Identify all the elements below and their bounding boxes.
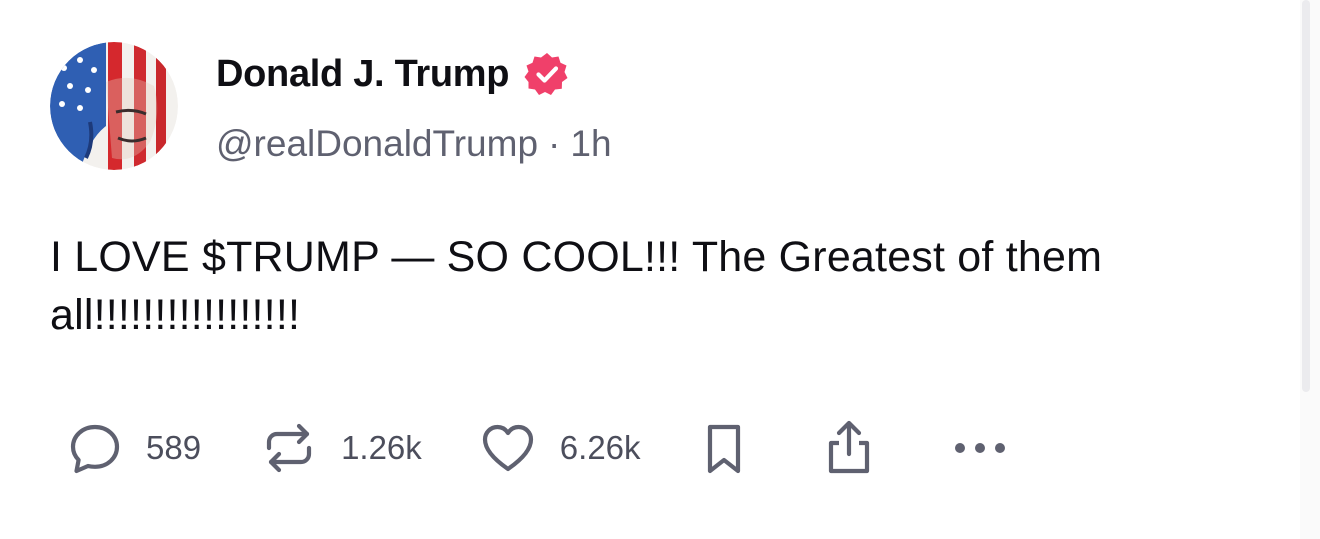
share-button[interactable] <box>821 418 877 478</box>
more-options-button[interactable] <box>949 433 1011 463</box>
scrollbar[interactable] <box>1300 0 1320 539</box>
repost-count: 1.26k <box>341 429 422 466</box>
like-count: 6.26k <box>559 429 641 466</box>
repost-button[interactable]: 1.26k <box>259 418 422 478</box>
post-timestamp[interactable]: 1h <box>570 123 611 164</box>
author-name-row: Donald J. Trump <box>216 50 571 98</box>
bookmark-button[interactable] <box>699 418 749 478</box>
action-bar: 589 1.26k 6.26k <box>66 416 1011 480</box>
post-text: I LOVE $TRUMP — SO COOL!!! The Greatest … <box>50 233 1103 339</box>
more-dots-icon <box>949 433 1011 463</box>
reply-button[interactable]: 589 <box>66 419 201 477</box>
repost-arrows-icon <box>259 418 319 478</box>
bookmark-icon <box>699 418 749 478</box>
comment-bubble-icon <box>66 419 124 477</box>
author-handle[interactable]: @realDonaldTrump <box>216 123 538 164</box>
avatar-flag-portrait-image <box>50 42 178 170</box>
heart-icon <box>478 418 538 478</box>
reply-count: 589 <box>146 429 202 466</box>
author-meta: @realDonaldTrump · 1h <box>216 122 612 166</box>
author-display-name[interactable]: Donald J. Trump <box>216 52 510 96</box>
verified-badge-icon <box>523 50 571 98</box>
meta-separator: · <box>548 123 561 164</box>
like-button[interactable]: 6.26k <box>478 418 641 478</box>
scrollbar-thumb[interactable] <box>1302 0 1310 392</box>
avatar[interactable] <box>50 42 178 170</box>
post-card: Donald J. Trump @realDonaldTrump · 1h I LO… <box>0 0 1300 539</box>
share-upload-icon <box>821 418 877 478</box>
